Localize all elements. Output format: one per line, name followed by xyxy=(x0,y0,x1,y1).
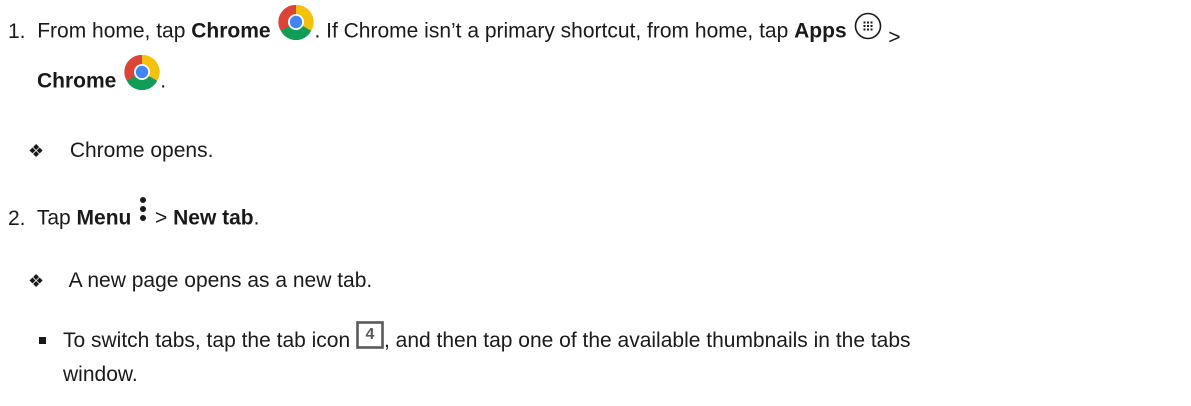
result-text: Chrome opens. xyxy=(69,139,214,162)
subbullet-text: window. xyxy=(63,363,138,386)
step-number: 2. xyxy=(8,206,26,230)
square-bullet-icon xyxy=(39,337,46,344)
tab-switcher-icon: 4 xyxy=(356,321,384,350)
subbullet-text: , and then tap one of the available thum… xyxy=(384,329,911,352)
step-text: From home, tap xyxy=(37,19,192,43)
step-1-line-1: 1. From home, tap Chrome . If Chrome isn… xyxy=(8,4,901,50)
step-2-line-1: 2. Tap Menu > New tab. xyxy=(8,197,260,235)
tab-count: 4 xyxy=(365,326,375,344)
chrome-icon xyxy=(278,4,315,41)
step-2-result: ❖ A new page opens as a new tab. xyxy=(28,267,372,295)
chrome-label: Chrome xyxy=(191,19,271,43)
result-text: A new page opens as a new tab. xyxy=(68,269,373,292)
chrome-icon xyxy=(124,54,160,91)
apps-grid-icon xyxy=(854,12,882,40)
step-text: . If Chrome isn’t a primary shortcut, fr… xyxy=(314,19,795,43)
step-text: . xyxy=(253,206,260,230)
step-2-subbullet-line-1: To switch tabs, tap the tab icon 4 , and… xyxy=(63,321,911,355)
new-tab-label: New tab xyxy=(173,206,254,230)
result-bullet-icon: ❖ xyxy=(28,271,45,291)
step-1-line-2: Chrome . xyxy=(37,54,167,100)
step-text: > xyxy=(882,25,901,49)
subbullet-text: To switch tabs, tap the tab icon xyxy=(63,329,356,352)
menu-label: Menu xyxy=(76,206,132,230)
step-text: . xyxy=(160,69,167,93)
more-vert-icon xyxy=(137,195,149,227)
step-2-subbullet-line-2: window. xyxy=(63,361,138,389)
chrome-label: Chrome xyxy=(37,69,117,93)
step-number: 1. xyxy=(8,19,26,43)
result-bullet-icon: ❖ xyxy=(28,141,45,161)
step-text: Tap xyxy=(36,206,77,230)
apps-label: Apps xyxy=(794,19,847,43)
step-text: > xyxy=(149,206,174,230)
step-1-result: ❖ Chrome opens. xyxy=(28,137,213,165)
